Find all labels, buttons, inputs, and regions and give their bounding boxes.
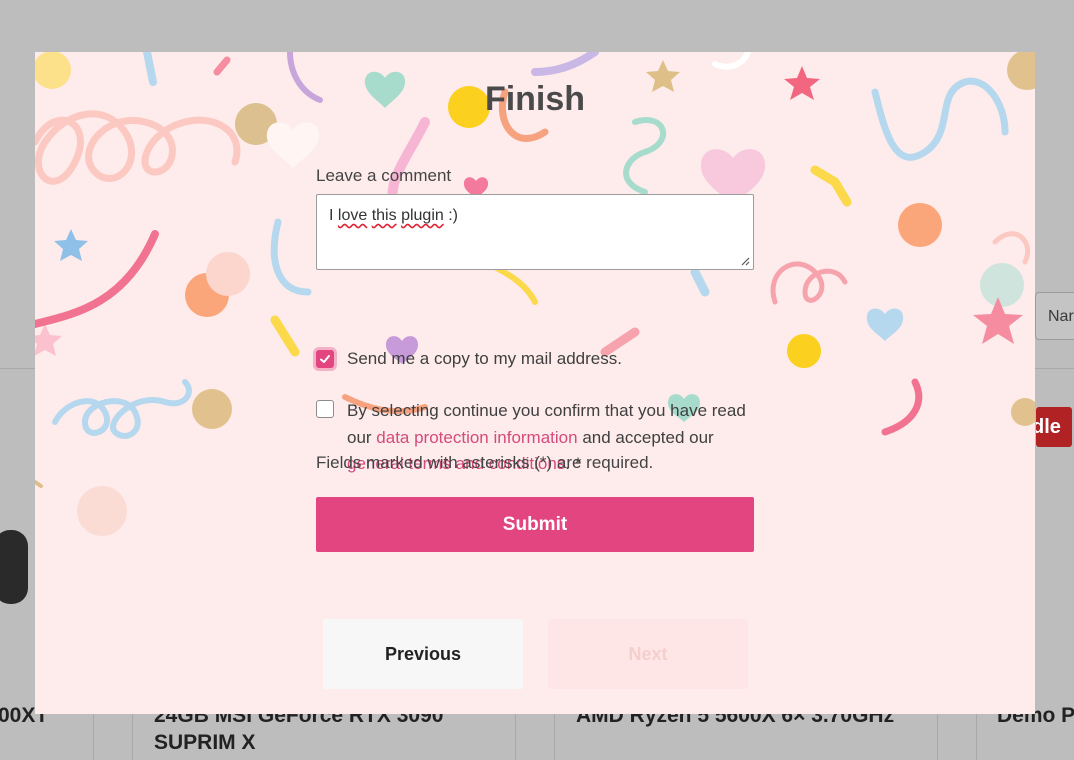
comment-text: :) [443,207,458,224]
comment-label: Leave a comment [316,166,452,185]
comment-text: plugin [401,207,444,224]
background-card-border [515,712,516,760]
comment-text: I [329,207,338,224]
comment-text: love [337,207,368,224]
required-fields-note: Fields marked with asterisks (*) are req… [316,453,654,472]
comment-text: this [371,207,397,224]
consent-checkbox[interactable] [316,400,334,418]
consent-text: and accepted our [577,427,714,447]
copy-checkbox-label: Send me a copy to my mail address. [347,349,622,368]
background-card-border [93,712,94,760]
background-card-border [132,712,133,760]
data-protection-link[interactable]: data protection information [376,428,577,447]
background-card-border [976,712,977,760]
confetti-background [35,52,1035,536]
resize-handle-icon[interactable] [741,257,750,266]
next-button[interactable]: Next [548,619,748,689]
comment-form: Leave a comment I love this plugin :) Se… [316,166,754,552]
finish-modal: Finish Leave a comment I love this plugi… [35,52,1035,714]
background-card-border [554,712,555,760]
background-sort-select: Nar [1035,292,1074,340]
background-sale-badge: dle [1036,407,1072,447]
checkmark-icon [320,355,330,363]
background-product-image [0,530,28,604]
previous-button[interactable]: Previous [323,619,523,689]
copy-checkbox-row: Send me a copy to my mail address. [316,348,622,370]
background-card-border [937,712,938,760]
submit-button[interactable]: Submit [316,497,754,552]
modal-title: Finish [484,80,586,118]
copy-checkbox[interactable] [316,350,334,368]
comment-textarea[interactable]: I love this plugin :) [316,194,754,270]
